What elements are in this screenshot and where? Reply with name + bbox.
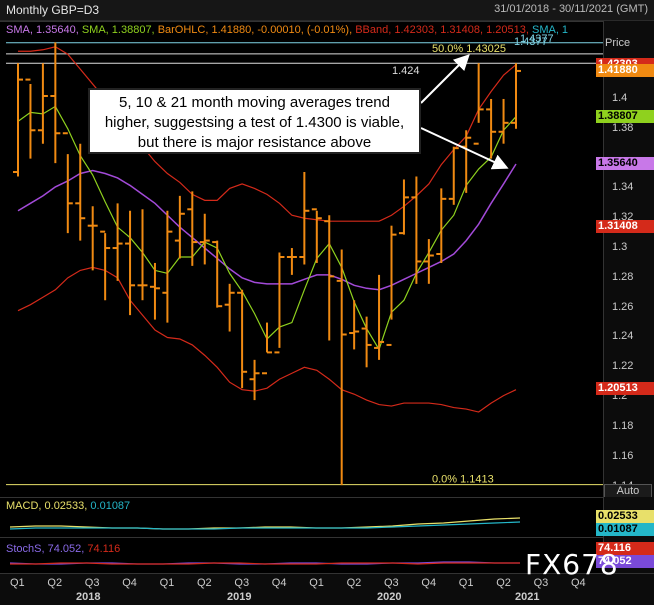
price-tick-label: 1.4 [612,91,628,104]
analyst-annotation-box: 5, 10 & 21 month moving averages trend h… [88,88,421,154]
quarter-label: Q2 [47,577,63,589]
price-tag: 1.41880 [596,63,654,77]
ohlc-bar [75,143,86,241]
quarter-label: Q3 [234,577,250,589]
date-range: 31/01/2018 - 30/11/2021 (GMT) [494,3,648,15]
quarter-label: Q2 [496,577,511,589]
ohlc-bar [398,179,409,235]
stoch-d-line [10,562,520,565]
price-tick-label: 1.38 [612,121,634,134]
price-tag: 1.20513 [596,382,654,396]
quarter-label: Q4 [122,577,137,589]
chart-header: Monthly GBP=D3 31/01/2018 - 30/11/2021 (… [0,0,654,21]
quarter-label: Q2 [346,577,362,589]
macd-tag-2: 0.01087 [596,523,654,536]
macd-tag-1: 0.02533 [596,510,654,523]
quarter-label: Q1 [309,577,324,589]
price-tick-label: 1.18 [612,419,634,432]
annotation-line-1: 5, 10 & 21 month moving averages trend [119,94,390,111]
ohlc-bar [286,248,297,275]
ohlc-bar [224,283,235,332]
price-tick-label: 1.26 [612,300,634,313]
annotation-arrow-up [420,54,470,104]
price-tick-label: 1.22 [612,360,634,373]
ohlc-bar [162,210,173,323]
ohlc-bar [511,63,521,129]
ohlc-bar [13,63,23,177]
quarter-label: Q1 [458,577,474,589]
ohlc-bar [137,209,148,301]
ohlc-bar [174,195,185,259]
year-label: 2019 [227,591,252,603]
ohlc-bar [125,210,136,316]
ohlc-bar [25,78,36,159]
ohlc-bar [37,63,48,144]
ohlc-bar [448,146,459,205]
macd-line [9,517,521,530]
stoch-chart[interactable] [0,537,603,573]
ohlc-bar [386,225,397,346]
ohlc-bar [237,289,248,389]
ohlc-bar [361,316,372,368]
ohlc-bar [349,300,360,350]
ohlc-bar [324,215,335,341]
quarter-label: Q2 [197,577,212,589]
year-label: 2018 [76,591,101,603]
quarter-label: Q4 [421,577,437,589]
ohlc-bar [336,249,347,486]
year-label: 2021 [515,591,540,603]
ohlc-bar [50,42,61,164]
ohlc-bar [199,213,210,265]
price-tag: 1.31408 [596,220,654,234]
ohlc-bar [374,274,385,360]
annotation-line-3: but there is major resistance above [137,134,372,151]
year-label: 2020 [377,591,402,603]
price-tick-label: 1.24 [612,330,634,343]
quarter-label: Q1 [10,577,25,589]
quarter-label: Q3 [84,577,100,589]
price-tick-label: 1.34 [612,181,634,194]
ohlc-bar [262,322,272,375]
price-tick-label: 1.3 [612,241,628,254]
price-tick-label: 1.16 [612,449,634,462]
quarter-label: Q4 [271,577,287,589]
chart-title: Monthly GBP=D3 [6,3,100,17]
price-axis-label: Price [605,37,631,49]
ohlc-bar [274,252,285,354]
ohlc-bar [112,203,123,281]
price-tag: 1.35640 [596,156,654,170]
price-tag: 1.38807 [596,109,654,123]
annotation-arrow-down [420,127,509,170]
quarter-label: Q1 [159,577,175,589]
price-tag: 1.4377 [514,35,548,48]
price-tick-label: 1.28 [612,270,634,283]
macd-chart[interactable] [0,497,603,537]
ohlc-bar [187,191,198,266]
fib-0-label: 0.0% 1.1413 [432,474,494,486]
ohlc-bar [100,230,111,301]
ohlc-bar [87,206,98,271]
ohlc-bar [212,240,223,308]
quarter-label: Q3 [384,577,399,589]
ohlc-bar [249,359,260,401]
annotation-line-2: higher, suggestsing a test of 1.4300 is … [104,114,405,131]
watermark-logo: FX678 [525,548,619,581]
fib-50-label: 50.0% 1.43025 [432,43,506,55]
level-label-1424: 1.424 [392,65,420,77]
